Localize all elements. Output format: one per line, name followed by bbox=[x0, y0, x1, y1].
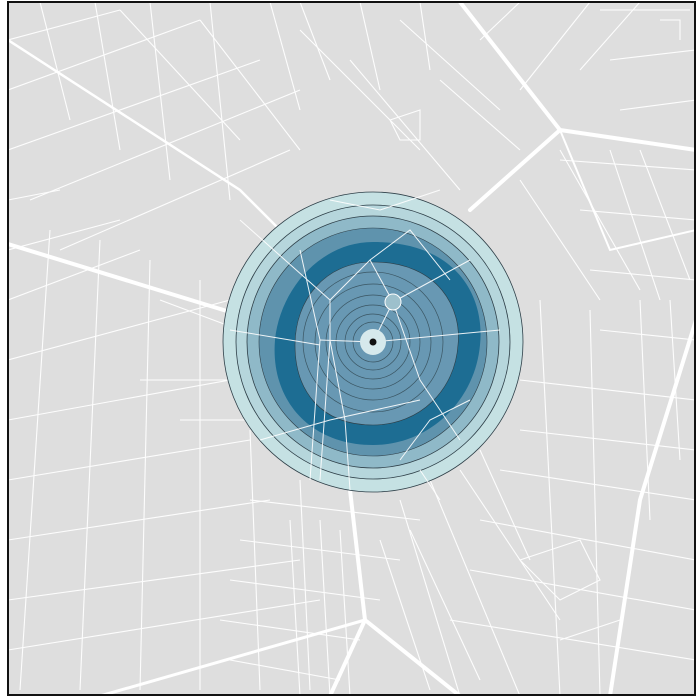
map-canvas[interactable] bbox=[0, 0, 696, 696]
marker-dot bbox=[369, 338, 377, 346]
map-view[interactable] bbox=[0, 0, 696, 696]
waypoint-node bbox=[384, 293, 402, 311]
